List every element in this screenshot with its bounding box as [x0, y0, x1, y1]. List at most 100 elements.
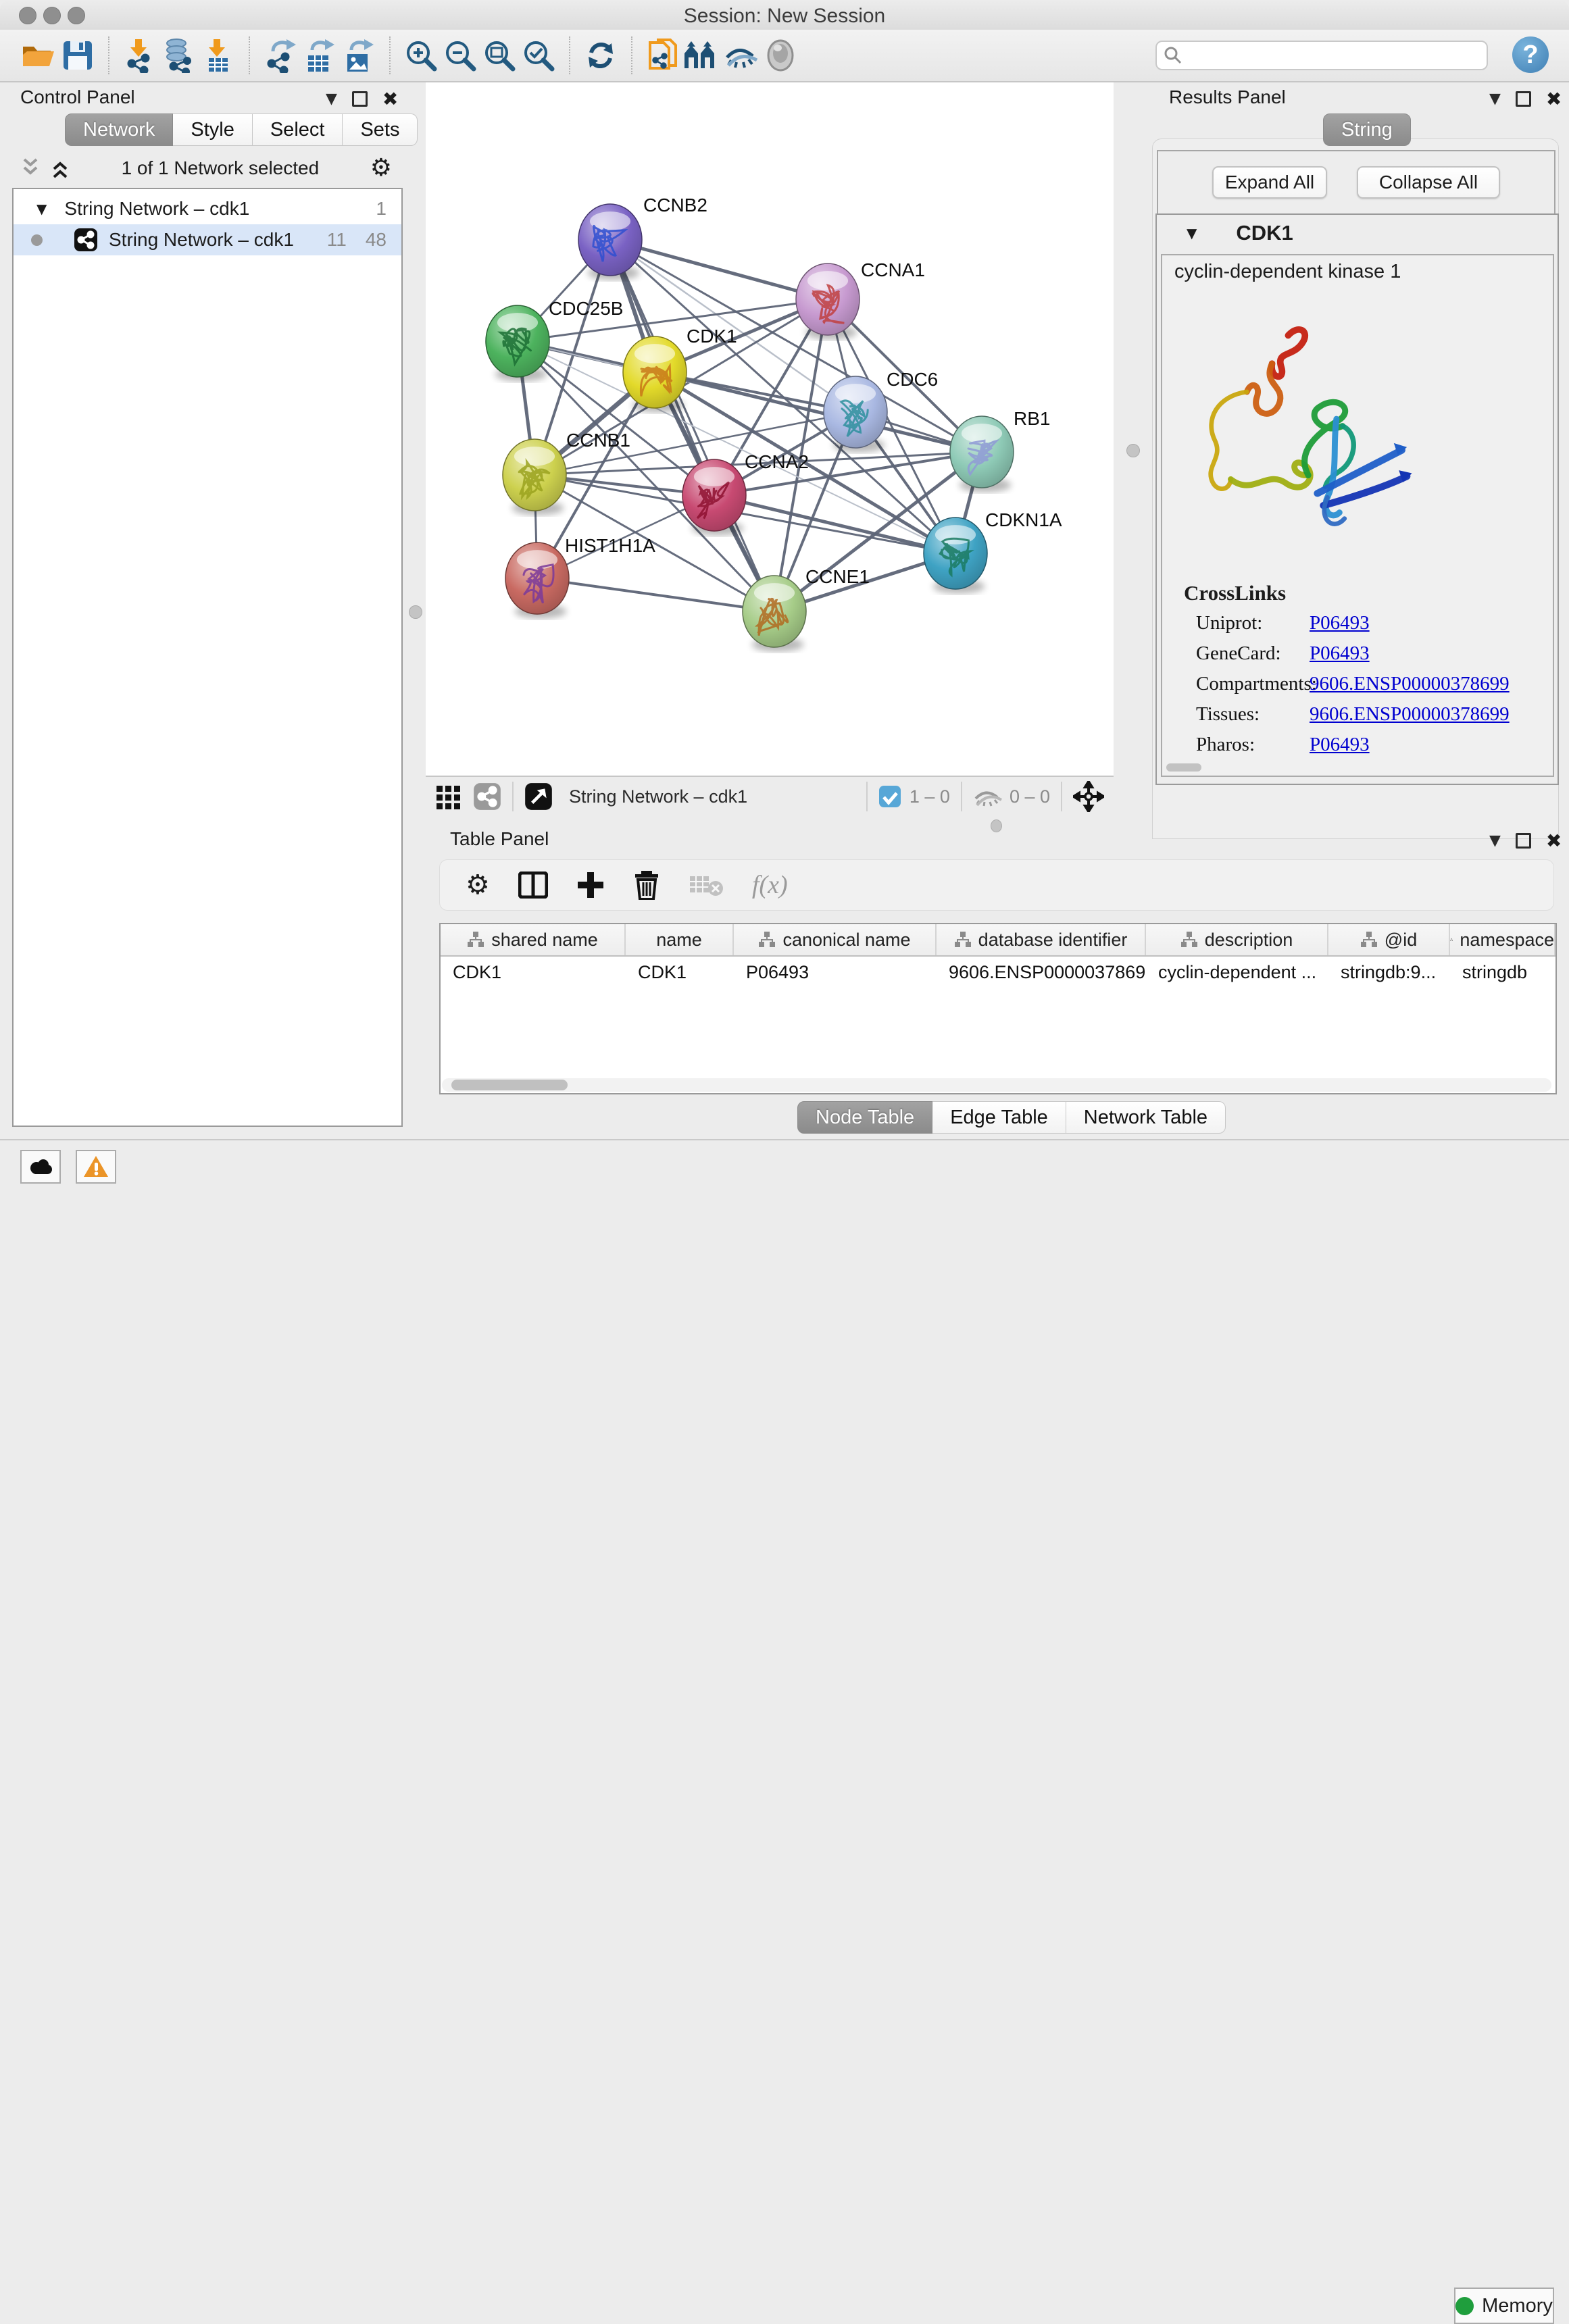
table-row[interactable]: CDK1CDK1P064939606.ENSP00000378699cyclin… [441, 957, 1555, 988]
expand-all-chevrons-icon[interactable] [20, 157, 41, 180]
export-table-button[interactable] [300, 36, 339, 75]
crosslink-link[interactable]: P06493 [1310, 612, 1370, 639]
tab-node-table[interactable]: Node Table [797, 1101, 932, 1134]
export-image-button[interactable] [339, 36, 378, 75]
hide-selected-button[interactable] [722, 36, 761, 75]
network-node-RB1[interactable]: RB1 [950, 408, 1050, 492]
tab-sets[interactable]: Sets [343, 113, 418, 146]
network-row-selected[interactable]: String Network – cdk1 11 48 [14, 224, 401, 255]
table-cell[interactable]: 9606.ENSP00000378699 [937, 962, 1146, 983]
left-splitter-handle[interactable] [409, 605, 422, 619]
import-network-file-button[interactable] [120, 36, 159, 75]
export-network-button[interactable] [261, 36, 300, 75]
help-button[interactable]: ? [1512, 36, 1549, 73]
open-in-window-icon[interactable] [524, 782, 553, 811]
crosslink-link[interactable]: P06493 [1310, 642, 1370, 670]
network-edge-HIST1H1A-CCNE1[interactable] [537, 578, 774, 611]
close-panel-icon[interactable]: ✖ [1546, 830, 1562, 852]
table-hscroll-thumb[interactable] [451, 1080, 568, 1090]
string-style-icon[interactable] [473, 782, 501, 811]
node-table[interactable]: shared namenamecanonical namedatabase id… [439, 923, 1557, 1094]
refresh-button[interactable] [581, 36, 620, 75]
tab-network[interactable]: Network [65, 113, 173, 146]
network-node-CCNE1[interactable]: CCNE1 [743, 566, 870, 652]
gear-icon[interactable]: ⚙ [370, 154, 392, 182]
column-header-@id[interactable]: @id [1328, 924, 1450, 955]
table-cell[interactable]: CDK1 [626, 962, 734, 983]
collapse-panel-icon[interactable]: ▼ [326, 91, 337, 107]
tab-string[interactable]: String [1323, 113, 1411, 146]
network-node-CCNB2[interactable]: CCNB2 [578, 195, 707, 280]
import-table-file-button[interactable] [199, 36, 238, 75]
crosslink-link[interactable]: P06493 [1310, 734, 1370, 761]
tree-expand-triangle-icon[interactable]: ▼ [36, 201, 47, 217]
tab-network-table[interactable]: Network Table [1066, 1101, 1226, 1134]
network-node-CDKN1A[interactable]: CDKN1A [924, 509, 1062, 594]
tab-select[interactable]: Select [253, 113, 343, 146]
results-hscroll-thumb[interactable] [1166, 763, 1201, 772]
save-session-button[interactable] [58, 36, 97, 75]
delete-column-trash-icon[interactable] [633, 870, 660, 900]
collapse-all-button[interactable]: Collapse All [1357, 166, 1500, 199]
float-panel-icon[interactable] [1516, 91, 1531, 107]
close-panel-icon[interactable]: ✖ [1546, 88, 1562, 110]
network-node-CDC6[interactable]: CDC6 [824, 369, 938, 453]
delete-table-icon[interactable] [689, 872, 724, 898]
table-hscrollbar[interactable] [442, 1078, 1551, 1092]
table-cell[interactable]: stringdb:9... [1328, 962, 1450, 983]
function-builder-icon[interactable]: f(x) [752, 870, 788, 900]
tab-edge-table[interactable]: Edge Table [932, 1101, 1066, 1134]
node-label-CDK1: CDK1 [687, 326, 737, 347]
create-column-plus-icon[interactable] [576, 871, 605, 899]
cloud-button[interactable] [20, 1150, 61, 1184]
network-node-CCNB1[interactable]: CCNB1 [503, 430, 630, 515]
table-cell[interactable]: cyclin-dependent ... [1146, 962, 1328, 983]
network-collection-row[interactable]: ▼ String Network – cdk1 1 [14, 193, 401, 224]
float-panel-icon[interactable] [352, 91, 368, 107]
warnings-button[interactable] [76, 1150, 116, 1184]
protein-section-header[interactable]: ▼ CDK1 [1157, 215, 1558, 251]
zoom-in-button[interactable] [401, 36, 441, 75]
float-panel-icon[interactable] [1516, 833, 1531, 849]
column-header-canonical-name[interactable]: canonical name [734, 924, 937, 955]
open-session-button[interactable] [19, 36, 58, 75]
import-network-database-button[interactable] [159, 36, 199, 75]
crosslink-link[interactable]: 9606.ENSP00000378699 [1310, 703, 1510, 730]
zoom-fit-button[interactable] [480, 36, 519, 75]
show-all-button[interactable] [761, 36, 800, 75]
right-splitter-handle[interactable] [1126, 444, 1140, 457]
collapse-panel-icon[interactable]: ▼ [1489, 832, 1501, 849]
column-header-database-identifier[interactable]: database identifier [937, 924, 1146, 955]
bottom-splitter-handle[interactable] [991, 819, 1002, 832]
close-panel-icon[interactable]: ✖ [382, 88, 398, 110]
table-gear-icon[interactable]: ⚙ [466, 869, 490, 901]
table-cell[interactable]: P06493 [734, 962, 937, 983]
selected-checkbox-icon[interactable] [878, 785, 901, 808]
network-node-HIST1H1A[interactable]: HIST1H1A [505, 535, 655, 619]
network-view-title: String Network – cdk1 [569, 786, 747, 807]
memory-button[interactable]: Memory [1454, 2288, 1554, 2324]
network-node-CCNA1[interactable]: CCNA1 [796, 259, 925, 340]
expand-all-button[interactable]: Expand All [1212, 166, 1327, 199]
first-neighbors-button[interactable] [682, 36, 722, 75]
network-canvas[interactable]: CCNB2CCNA1CDC25BCDK1CDC6RB1CCNB1CCNA2CDK… [426, 82, 1114, 776]
fit-selected-crosshair-icon[interactable] [1073, 781, 1104, 812]
table-cell[interactable]: CDK1 [441, 962, 626, 983]
zoom-out-button[interactable] [441, 36, 480, 75]
show-columns-icon[interactable] [518, 872, 548, 899]
collapse-all-chevrons-icon[interactable] [50, 157, 70, 180]
birds-eye-grid-icon[interactable] [435, 783, 462, 810]
column-header-name[interactable]: name [626, 924, 734, 955]
table-cell[interactable]: stringdb [1450, 962, 1555, 983]
zoom-selected-button[interactable] [519, 36, 558, 75]
duplicate-network-button[interactable] [643, 36, 682, 75]
search-box[interactable] [1155, 41, 1488, 70]
column-header-shared-name[interactable]: shared name [441, 924, 626, 955]
column-header-namespace[interactable]: namespace [1450, 924, 1555, 955]
search-input[interactable] [1182, 45, 1469, 67]
tab-style[interactable]: Style [173, 113, 252, 146]
collapse-panel-icon[interactable]: ▼ [1489, 91, 1501, 107]
column-header-description[interactable]: description [1146, 924, 1328, 955]
section-collapse-triangle-icon[interactable]: ▼ [1187, 225, 1197, 241]
crosslink-link[interactable]: 9606.ENSP00000378699 [1310, 673, 1510, 700]
